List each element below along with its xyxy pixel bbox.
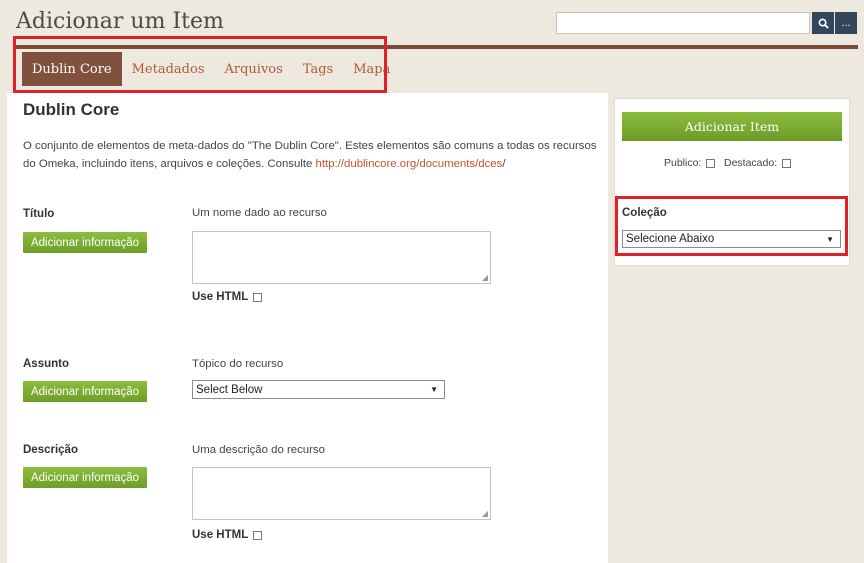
add-item-button[interactable]: Adicionar Item [622, 112, 842, 141]
use-html-checkbox-titulo[interactable] [253, 292, 263, 302]
dropdown-arrow-icon: ▼ [430, 385, 438, 394]
intro-text: O conjunto de elementos de meta-dados do… [23, 140, 597, 170]
resize-handle-icon[interactable]: ◢ [482, 509, 488, 518]
field-label-assunto: Assunto [23, 358, 69, 370]
use-html-label: Use HTML [192, 529, 249, 541]
page-title: Adicionar um Item [16, 9, 224, 34]
add-info-button-titulo[interactable]: Adicionar informação [23, 232, 147, 253]
field-description-assunto: Tópico do recurso [192, 358, 284, 370]
section-title: Dublin Core [23, 100, 120, 119]
field-description-titulo: Um nome dado ao recurso [192, 207, 327, 219]
add-info-button-descricao[interactable]: Adicionar informação [23, 467, 147, 488]
highlight-box-colecao [615, 196, 848, 256]
section-intro: O conjunto de elementos de meta-dados do… [23, 137, 603, 173]
dcmi-link[interactable]: http://dublincore.org/documents/dces [316, 158, 503, 170]
add-info-button-assunto[interactable]: Adicionar informação [23, 381, 147, 402]
highlight-box-tabs [13, 36, 387, 93]
textarea-descricao[interactable]: ◢ [192, 467, 491, 520]
search-button[interactable] [812, 12, 834, 34]
assunto-select-value: Select Below [196, 383, 263, 396]
textarea-titulo[interactable]: ◢ [192, 231, 491, 284]
search-input[interactable] [556, 12, 810, 34]
destacado-checkbox[interactable] [782, 158, 792, 168]
destacado-option: Destacado: [724, 157, 792, 169]
field-label-titulo: Título [23, 208, 55, 220]
use-html-descricao: Use HTML [192, 529, 263, 541]
publico-label: Publico: [664, 157, 702, 169]
assunto-select[interactable]: Select Below ▼ [192, 380, 445, 399]
advanced-search-button[interactable]: ... [835, 12, 857, 34]
publico-checkbox[interactable] [706, 158, 716, 168]
intro-end: / [502, 158, 506, 170]
use-html-titulo: Use HTML [192, 291, 263, 303]
destacado-label: Destacado: [724, 157, 778, 169]
field-label-descricao: Descrição [23, 444, 78, 456]
use-html-checkbox-descricao[interactable] [253, 530, 263, 540]
resize-handle-icon[interactable]: ◢ [482, 273, 488, 282]
search-icon [818, 18, 829, 29]
publico-option: Publico: [664, 157, 716, 169]
use-html-label: Use HTML [192, 291, 249, 303]
field-description-descricao: Uma descrição do recurso [192, 444, 325, 456]
